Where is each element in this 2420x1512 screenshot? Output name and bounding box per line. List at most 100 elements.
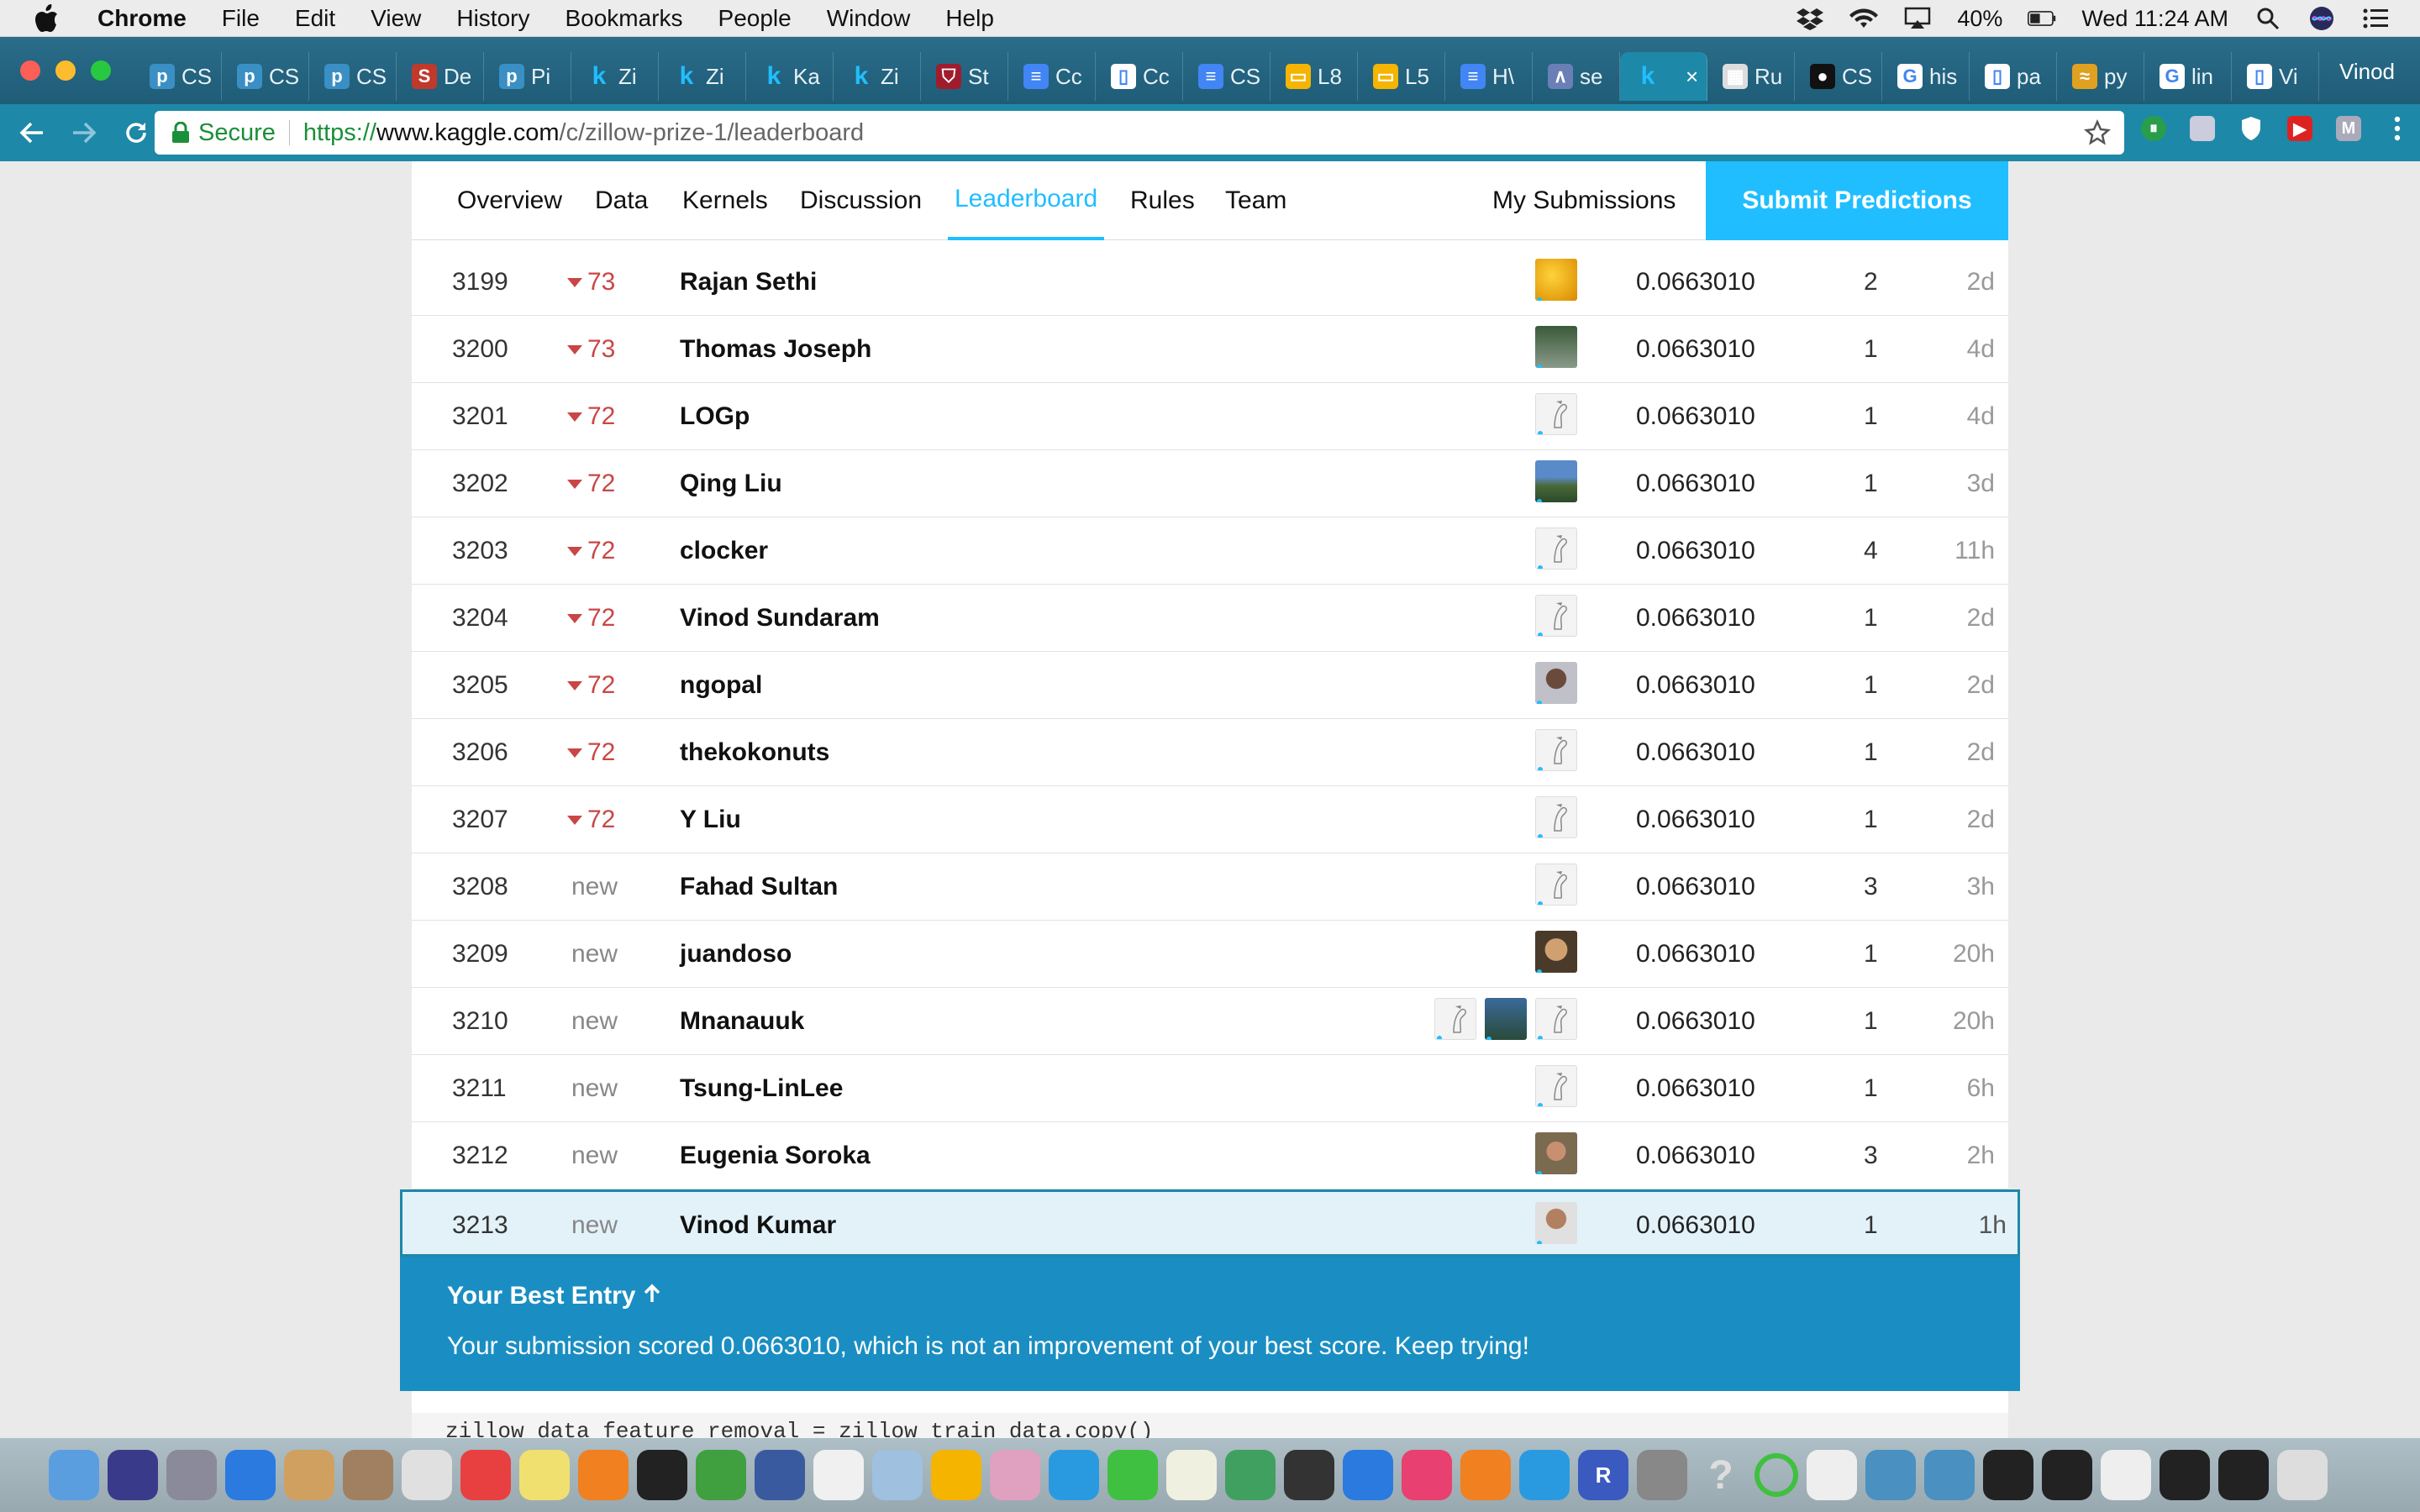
notification-center-icon[interactable] <box>2361 6 2390 31</box>
browser-tab[interactable]: p CS <box>309 52 397 101</box>
submit-predictions-button[interactable]: Submit Predictions <box>1706 161 2008 240</box>
team-member-avatar[interactable] <box>1535 864 1577 906</box>
drive-icon[interactable] <box>931 1450 981 1500</box>
team-member-avatar[interactable] <box>1535 460 1577 502</box>
window-icon[interactable] <box>2101 1450 2151 1500</box>
leaderboard-row[interactable]: 3208 new Fahad Sultan 0.0663010 3 3h <box>412 853 2008 921</box>
extension-box-icon[interactable] <box>2190 116 2215 141</box>
team-name[interactable]: ngopal <box>680 652 762 719</box>
window-icon[interactable] <box>2218 1450 2269 1500</box>
team-name[interactable]: Vinod Sundaram <box>680 585 880 652</box>
browser-tab[interactable]: ≡ Cc <box>1008 52 1096 101</box>
leaderboard-row[interactable]: 3203 72 clocker 0.0663010 4 11h <box>412 517 2008 585</box>
browser-tab[interactable]: ≡ CS <box>1183 52 1270 101</box>
finder-icon[interactable] <box>49 1450 99 1500</box>
browser-tab[interactable]: Glin <box>2144 52 2232 101</box>
chrome-menu-icon[interactable] <box>2385 116 2410 141</box>
trash-icon[interactable] <box>2277 1450 2328 1500</box>
menu-edit[interactable]: Edit <box>295 5 335 32</box>
browser-tab[interactable]: p CS <box>134 52 222 101</box>
wifi-icon[interactable] <box>1849 6 1879 31</box>
browser-tab[interactable]: ● CS <box>1795 52 1882 101</box>
close-tab-icon[interactable]: × <box>1686 64 1698 90</box>
folder-icon[interactable] <box>1865 1450 1916 1500</box>
team-name[interactable]: Thomas Joseph <box>680 316 871 383</box>
itunes-icon[interactable] <box>1402 1450 1452 1500</box>
textedit-icon[interactable] <box>1166 1450 1217 1500</box>
siri-icon[interactable] <box>108 1450 158 1500</box>
spinner-icon[interactable] <box>1754 1453 1798 1497</box>
profile-name[interactable]: Vinod <box>2339 59 2395 85</box>
team-member-avatar[interactable] <box>1535 393 1577 435</box>
browser-tab[interactable]: k × <box>1620 52 1707 101</box>
team-name[interactable]: Fahad Sultan <box>680 853 838 921</box>
back-button[interactable] <box>12 113 52 153</box>
appstore-icon[interactable] <box>1519 1450 1570 1500</box>
team-name[interactable]: thekokonuts <box>680 719 829 786</box>
window-icon[interactable] <box>2160 1450 2210 1500</box>
menu-app-name[interactable]: Chrome <box>97 5 187 32</box>
extension-m-icon[interactable]: M <box>2336 116 2361 141</box>
messages-icon[interactable] <box>1049 1450 1099 1500</box>
browser-tab[interactable]: ▭ L5 <box>1358 52 1445 101</box>
browser-tab[interactable]: k Zi <box>571 52 659 101</box>
reload-button[interactable] <box>116 113 156 153</box>
leaderboard-row[interactable]: 3200 73 Thomas Joseph 0.0663010 1 4d <box>412 316 2008 383</box>
browser-tab[interactable]: ▭ L8 <box>1270 52 1358 101</box>
team-member-avatar[interactable] <box>1535 528 1577 570</box>
battery-icon[interactable] <box>2028 6 2056 31</box>
minimize-window-button[interactable] <box>55 60 76 81</box>
tab-team[interactable]: Team <box>1225 161 1286 240</box>
menu-people[interactable]: People <box>718 5 792 32</box>
facetime-icon[interactable] <box>1107 1450 1158 1500</box>
bookmark-star-icon[interactable] <box>2084 118 2111 146</box>
team-member-avatar[interactable] <box>1535 1202 1577 1244</box>
numbers-icon[interactable] <box>1225 1450 1276 1500</box>
team-name[interactable]: LOGp <box>680 383 750 450</box>
extension-shield-icon[interactable] <box>2238 116 2264 141</box>
siri-icon[interactable] <box>2307 6 2336 31</box>
browser-tab[interactable]: ▯ Cc <box>1096 52 1183 101</box>
menu-file[interactable]: File <box>222 5 260 32</box>
team-name[interactable]: Qing Liu <box>680 450 782 517</box>
calendar-icon[interactable] <box>460 1450 511 1500</box>
team-member-avatar[interactable] <box>1535 931 1577 973</box>
folder-icon[interactable] <box>1924 1450 1975 1500</box>
mail-icon[interactable] <box>284 1450 334 1500</box>
browser-tab[interactable]: ▯ Vi <box>2232 52 2319 101</box>
window-icon[interactable] <box>2042 1450 2092 1500</box>
clock[interactable]: Wed 11:24 AM <box>2081 6 2228 32</box>
tab-overview[interactable]: Overview <box>457 161 562 240</box>
close-window-button[interactable] <box>20 60 40 81</box>
reminders-icon[interactable] <box>813 1450 864 1500</box>
tab-leaderboard[interactable]: Leaderboard <box>948 161 1105 240</box>
browser-tab[interactable]: k Zi <box>834 52 921 101</box>
leaderboard-row[interactable]: 3204 72 Vinod Sundaram 0.0663010 1 2d <box>412 585 2008 652</box>
terminal-icon[interactable] <box>637 1450 687 1500</box>
tab-discussion[interactable]: Discussion <box>800 161 922 240</box>
team-member-avatar[interactable] <box>1434 998 1476 1040</box>
team-name[interactable]: Vinod Kumar <box>680 1192 836 1259</box>
browser-tab[interactable]: k Ka <box>746 52 834 101</box>
menu-history[interactable]: History <box>456 5 529 32</box>
sublime-icon[interactable] <box>578 1450 629 1500</box>
menu-help[interactable]: Help <box>945 5 994 32</box>
browser-tab[interactable]: Ghis <box>1882 52 1970 101</box>
help-icon[interactable]: ? <box>1696 1450 1746 1500</box>
best-entry-title-row[interactable]: Your Best Entry <box>447 1282 661 1310</box>
my-submissions-link[interactable]: My Submissions <box>1492 161 1676 240</box>
lock-icon[interactable] <box>171 121 190 144</box>
leaderboard-row[interactable]: 3209 new juandoso 0.0663010 1 20h <box>412 921 2008 988</box>
browser-tab[interactable]: ⛉ St <box>921 52 1008 101</box>
team-member-avatar[interactable] <box>1535 998 1577 1040</box>
browser-tab[interactable]: ▦ Ru <box>1707 52 1795 101</box>
team-member-avatar[interactable] <box>1535 595 1577 637</box>
menu-bookmarks[interactable]: Bookmarks <box>565 5 682 32</box>
team-member-avatar[interactable] <box>1535 259 1577 301</box>
fullscreen-window-button[interactable] <box>91 60 111 81</box>
tab-data[interactable]: Data <box>595 161 648 240</box>
menu-window[interactable]: Window <box>827 5 911 32</box>
notes-icon[interactable] <box>519 1450 570 1500</box>
browser-tab[interactable]: S De <box>397 52 484 101</box>
spotlight-search-icon[interactable] <box>2254 6 2282 31</box>
